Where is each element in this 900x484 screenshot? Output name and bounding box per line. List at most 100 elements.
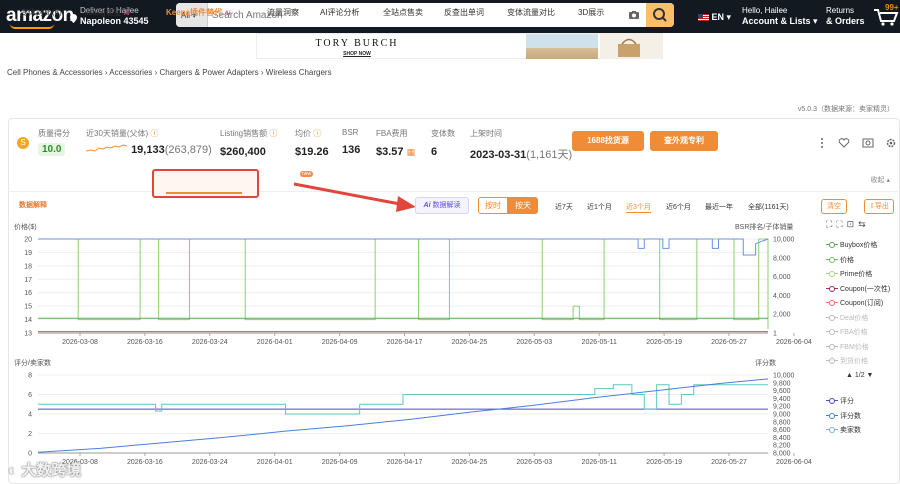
stat-sales: 近30天销量(父体) ⓘ 19,133(263,879)	[85, 128, 212, 156]
account-label: Account & Lists ▾	[742, 16, 818, 26]
legend-bottom-item[interactable]: 卖家数	[826, 425, 861, 435]
account-menu[interactable]: Hello, Hailee Account & Lists ▾	[742, 6, 818, 26]
revenue-label-text: Listing销售额	[220, 129, 268, 138]
legend-bottom-item[interactable]: 评分	[826, 396, 854, 406]
legend-pager[interactable]: ▲ 1/2 ▼	[846, 372, 873, 379]
more-icon[interactable]	[816, 137, 828, 149]
legend-top-item[interactable]: Buybox价格	[826, 240, 877, 250]
price-chart-ytick: 17	[24, 277, 32, 284]
ai-icon: Ai	[123, 11, 130, 17]
price-chart-xtick: 2026-05-19	[646, 339, 682, 346]
collapse-label: 收起	[870, 177, 885, 184]
tab-ai-review[interactable]: AI评论分析	[320, 7, 360, 18]
price-chart-ytick: 14	[24, 317, 32, 324]
banner-brand: TORY BURCH	[315, 38, 399, 49]
ai-explain-button[interactable]: Ai 数据解读	[415, 197, 469, 214]
legend-top-item[interactable]: 价格	[826, 255, 854, 265]
breadcrumb-item[interactable]: Accessories	[109, 68, 152, 77]
price-bsr-chart[interactable]: 20 19 18 17 16 15 14 13 10,000 8,000 6,000 4,000 2,0…	[0, 230, 820, 350]
tab-keepa-label: Keepa插件替代	[166, 8, 223, 17]
legend-top-item[interactable]: Prime价格	[826, 269, 872, 279]
legend-swatch	[826, 412, 838, 419]
by-hour-button[interactable]: 按时	[478, 197, 508, 214]
collapse-button[interactable]: 收起 ▴	[871, 175, 890, 185]
stat-label: 上架时间	[470, 129, 502, 138]
legend-top-item[interactable]: Coupon(订阅)	[826, 298, 883, 308]
rating-chart-y2tick: 8,800	[773, 419, 791, 426]
price-chart-xtick: 2026-05-27	[711, 339, 747, 346]
stat-label: BSR	[342, 128, 359, 137]
range-1m[interactable]: 近1个月	[587, 202, 612, 212]
stat-label: 近30天销量(父体) ⓘ	[86, 128, 212, 139]
account-greeting: Hello, Hailee	[742, 6, 788, 15]
calculator-icon[interactable]: ▦	[407, 147, 416, 157]
fba-value: $3.57 ▦	[376, 146, 415, 158]
screenshot-icon[interactable]	[862, 137, 874, 149]
rating-chart-ytick: 4	[28, 412, 32, 419]
zoom-out-icon[interactable]: ⛶	[836, 219, 846, 229]
range-7d[interactable]: 近7天	[555, 202, 573, 212]
tab-3d[interactable]: 3D展示	[578, 7, 604, 18]
rating-chart-y2tick: 9,000	[773, 412, 791, 419]
range-all[interactable]: 全部(1161天)	[748, 202, 789, 212]
clear-button[interactable]: 清空	[821, 199, 847, 214]
legend-swatch	[826, 314, 838, 321]
patent-button[interactable]: 查外观专利	[650, 131, 718, 151]
by-day-button[interactable]: 按天	[508, 197, 538, 214]
settings-icon[interactable]	[885, 137, 897, 149]
zoom-in-icon[interactable]: ⛶	[826, 219, 836, 229]
help-icon[interactable]: ⓘ	[150, 129, 158, 138]
fit-icon[interactable]: ⊡	[847, 219, 859, 229]
launch-value: 2023-03-31(1,161天)	[470, 146, 572, 162]
help-icon[interactable]: ⓘ	[269, 129, 277, 138]
legend-top-item[interactable]: FBA价格	[826, 327, 868, 337]
range-1y[interactable]: 最近一年	[705, 202, 733, 212]
rating-sellers-chart[interactable]: 8 6 4 2 0 10,0009,8009,6009,4009,2009,0008,80…	[0, 364, 820, 484]
language-select[interactable]: EN ▾	[698, 12, 731, 23]
tab-traffic[interactable]: 流量洞察	[267, 7, 299, 18]
sales-label-text: 近30天销量(父体)	[86, 129, 149, 138]
banner-bag-image	[600, 34, 662, 59]
price-chart-xtick: 2026-03-16	[127, 339, 163, 346]
rating-chart-xtick: 2026-05-03	[516, 459, 552, 466]
data-explain-link[interactable]: 数据解释	[19, 200, 47, 210]
camera-icon[interactable]	[628, 9, 640, 21]
search-button[interactable]	[646, 3, 674, 27]
tab-variant-compare[interactable]: 变体对比(6)	[20, 7, 62, 18]
breadcrumb: Cell Phones & Accessories › Accessories …	[7, 68, 332, 77]
stat-label: Listing销售额 ⓘ	[220, 128, 277, 139]
export-button[interactable]: ⇩导出	[864, 199, 894, 214]
tab-listing-overview[interactable]: listing速览 Ai	[85, 7, 130, 18]
rating-chart-xtick: 2026-04-17	[387, 459, 423, 466]
breadcrumb-item[interactable]: Wireless Chargers	[266, 68, 332, 77]
quality-badge: 10.0	[38, 143, 66, 156]
price-chart-y2tick: 1	[773, 331, 777, 338]
legend-top-item[interactable]: FBM价格	[826, 342, 869, 352]
orders-link[interactable]: Returns & Orders	[826, 6, 865, 26]
swap-icon[interactable]: ⇆	[858, 219, 870, 229]
tab-all-sites[interactable]: 全站点售卖	[383, 7, 423, 18]
tab-keepa[interactable]: Keepa插件替代 Ai	[166, 7, 230, 18]
tab-reverse-keywords[interactable]: 反查出单词	[444, 7, 484, 18]
rating-chart-y2tick: 9,800	[773, 380, 791, 387]
legend-bottom-item[interactable]: 评分数	[826, 411, 861, 421]
legend-top-item[interactable]: 到货价格	[826, 356, 868, 366]
price-chart-xtick: 2026-03-24	[192, 339, 228, 346]
legend-top-item[interactable]: Deal价格	[826, 313, 868, 323]
rating-chart-y2tick: 9,200	[773, 404, 791, 411]
banner-ad[interactable]: TORY BURCH SHOP NOW	[256, 33, 663, 59]
breadcrumb-item[interactable]: Cell Phones & Accessories	[7, 68, 103, 77]
rating-chart-xtick: 2026-04-25	[451, 459, 487, 466]
range-3m[interactable]: 近3个月	[626, 202, 651, 213]
legend-top-item[interactable]: Coupon(一次性)	[826, 284, 890, 294]
heart-icon[interactable]	[838, 137, 850, 149]
help-icon[interactable]: ⓘ	[313, 129, 321, 138]
source-1688-button[interactable]: 1688找货源	[572, 131, 644, 151]
banner-shop-now[interactable]: SHOP NOW	[257, 51, 457, 57]
range-6m[interactable]: 近6个月	[666, 202, 691, 212]
tab-variant-traffic[interactable]: 变体流量对比	[507, 7, 555, 18]
price-chart-ytick: 20	[24, 237, 32, 244]
legend-swatch	[826, 329, 838, 336]
rating-chart-ytick: 0	[28, 451, 32, 458]
breadcrumb-item[interactable]: Chargers & Power Adapters	[160, 68, 259, 77]
